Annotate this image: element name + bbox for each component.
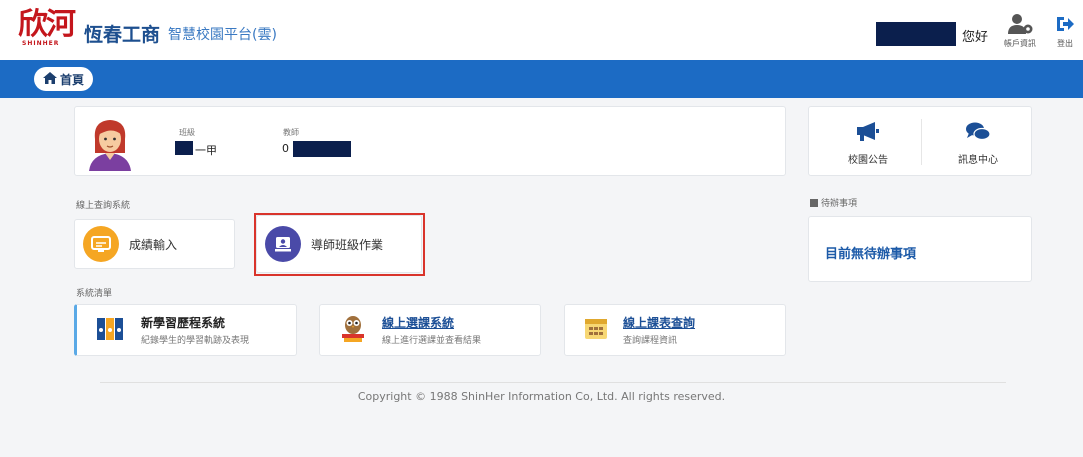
teacher-label: 教師 [283, 128, 299, 137]
system-item-desc: 紀錄學生的學習軌跡及表現 [141, 336, 250, 346]
system-item-learning-portfolio[interactable]: 新學習歷程系統 紀錄學生的學習軌跡及表現 [74, 304, 297, 356]
system-item-desc: 查詢課程資訊 [623, 336, 678, 346]
message-center-button[interactable]: 訊息中心 [933, 121, 1023, 166]
system-item-course-schedule[interactable]: 線上課表查詢 查詢課程資訊 [564, 304, 786, 356]
avatar [85, 115, 135, 171]
copyright-text: Copyright © 1988 ShinHer Information Co,… [357, 390, 726, 403]
class-label: 班級 [179, 128, 195, 137]
campus-announcement-button[interactable]: 校園公告 [823, 121, 913, 166]
system-list-title: 系統清單 [76, 289, 113, 299]
username-redacted [876, 22, 956, 46]
quick-links-card: 校園公告 訊息中心 [808, 106, 1032, 176]
system-item-title: 線上選課系統 [382, 316, 455, 330]
user-gear-icon [1004, 12, 1036, 36]
class-value: 一甲 [195, 144, 217, 157]
system-item-course-selection[interactable]: 線上選課系統 線上進行選課並查看結果 [319, 304, 541, 356]
account-info-label: 帳戶資訊 [1004, 39, 1036, 48]
score-input-label: 成績輸入 [129, 237, 178, 252]
teacher-value: 0 [282, 142, 289, 155]
logout-label: 登出 [1057, 39, 1073, 48]
chat-bubbles-icon [965, 122, 991, 145]
system-item-title: 線上課表查詢 [623, 316, 696, 330]
logout-icon [1054, 12, 1076, 36]
logo: 欣河 [18, 7, 76, 42]
teacher-redacted [293, 141, 351, 157]
profile-card: 班級 一甲 教師 0 [74, 106, 786, 176]
system-item-title: 新學習歷程系統 [141, 316, 226, 330]
account-info-button[interactable]: 帳戶資訊 [1004, 12, 1036, 49]
calendar-icon [583, 315, 609, 345]
score-input-tile[interactable]: 成績輸入 [74, 219, 235, 269]
greeting-text: 您好 [962, 30, 989, 45]
binders-icon [95, 315, 127, 345]
nav-bar: 首頁 [0, 60, 1083, 98]
logout-button[interactable]: 登出 [1054, 12, 1076, 49]
todo-title: 待辦事項 [810, 196, 857, 209]
platform-name: 智慧校園平台(雲) [168, 27, 277, 43]
top-header: 欣河 SHINHER 恆春工商 智慧校園平台(雲) 您好 帳戶資訊 登出 [0, 0, 1083, 60]
footer-divider [100, 382, 1006, 383]
todo-card: 目前無待辦事項 [808, 216, 1032, 282]
list-icon [810, 199, 818, 207]
home-button[interactable]: 首頁 [34, 67, 94, 91]
home-label: 首頁 [60, 72, 85, 87]
highlight-box [254, 213, 425, 276]
class-redacted [175, 141, 193, 155]
megaphone-icon [855, 122, 881, 145]
home-icon [43, 71, 57, 87]
todo-empty-text: 目前無待辦事項 [825, 247, 917, 262]
owl-books-icon [338, 313, 368, 347]
online-query-title: 線上查詢系統 [76, 201, 131, 211]
quick-links-divider [921, 119, 922, 165]
logo-subtext: SHINHER [22, 40, 60, 47]
campus-announcement-label: 校園公告 [848, 155, 888, 166]
system-item-desc: 線上進行選課並查看結果 [382, 336, 482, 346]
score-input-icon [83, 226, 119, 262]
school-name: 恆春工商 [84, 24, 161, 46]
message-center-label: 訊息中心 [958, 155, 998, 166]
